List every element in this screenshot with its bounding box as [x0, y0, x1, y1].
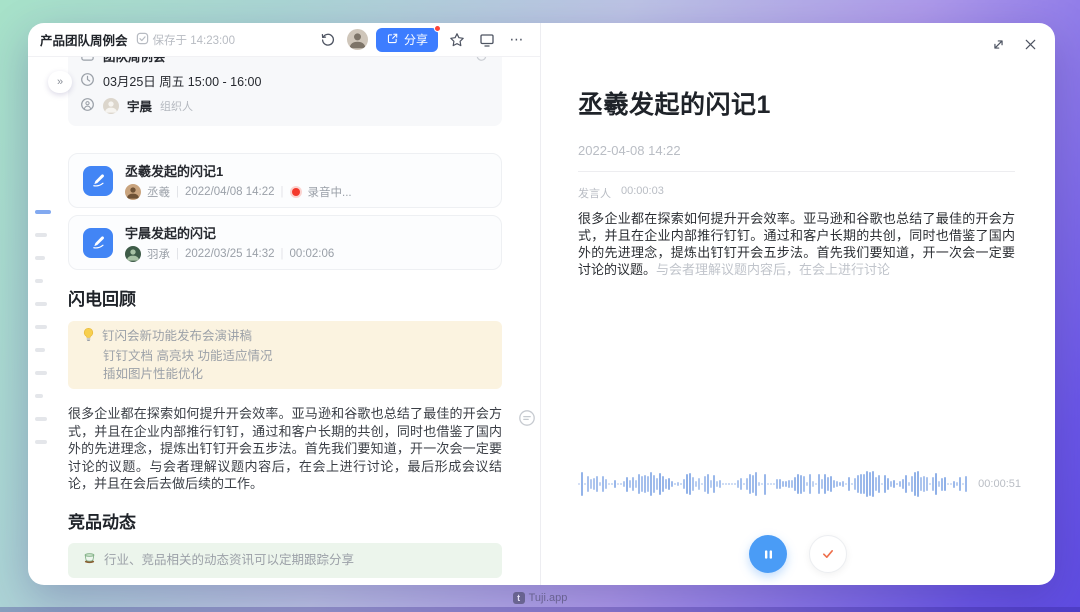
finish-recording-button[interactable]	[809, 535, 847, 573]
waveform[interactable]	[578, 469, 970, 499]
saved-check-icon	[136, 32, 149, 48]
organizer-role: 组织人	[160, 98, 193, 114]
watermark-label: Tuji.app	[529, 592, 568, 604]
toolbar: 产品团队周例会 保存于 14:23:00 分享	[28, 23, 540, 57]
document-pane: 产品团队周例会 保存于 14:23:00 分享	[28, 23, 541, 585]
flash-note-card-2[interactable]: 宇晨发起的闪记 羽承 | 2022/03/25 14:32 | 00:02:06	[68, 215, 502, 270]
live-transcribing-text: 与会者理解议题内容后，在会上进行讨论	[656, 262, 890, 277]
document-title: 产品团队周例会	[40, 30, 128, 49]
meeting-time: 03月25日 周五 15:00 - 16:00	[103, 71, 261, 90]
organizer-avatar	[103, 98, 119, 114]
flash-card-title: 宇晨发起的闪记	[125, 223, 334, 242]
teacup-icon	[82, 551, 97, 569]
audio-waveform-row: 00:00:51	[578, 469, 1021, 499]
doc-outline-rail[interactable]	[35, 210, 57, 444]
share-icon	[386, 32, 399, 48]
clock-icon	[80, 72, 95, 90]
comment-icon[interactable]	[518, 409, 536, 427]
highlight-block-yellow: 钉闪会新功能发布会演讲稿 钉钉文档 高亮块 功能适应情况 插如图片性能优化	[68, 321, 502, 389]
flash-card-meta: 丞羲 | 2022/04/08 14:22 | 录音中...	[125, 184, 352, 200]
duration: 00:02:06	[290, 248, 335, 260]
favorite-star-icon[interactable]	[446, 29, 468, 51]
avatar	[125, 246, 141, 262]
close-icon[interactable]	[1021, 35, 1039, 53]
flash-card-title: 丞羲发起的闪记1	[125, 161, 352, 180]
avatar	[125, 184, 141, 200]
user-avatar[interactable]	[347, 29, 368, 50]
doc-paragraph: 很多企业都在探索如何提升开会效率。亚马逊和谷歌也总结了最佳的开会方式，并且在企业…	[68, 405, 502, 493]
organizer-name: 宇晨	[127, 96, 152, 115]
history-icon[interactable]	[317, 29, 339, 51]
recording-status: 录音中...	[308, 184, 352, 200]
flash-note-icon	[83, 166, 113, 196]
speaker-timestamp: 00:00:03	[621, 185, 664, 201]
competitor-note: 行业、竞品相关的动态资讯可以定期跟踪分享	[104, 551, 354, 569]
pause-recording-button[interactable]	[749, 535, 787, 573]
more-menu-icon[interactable]: ⋯	[506, 29, 528, 51]
share-button[interactable]: 分享	[376, 28, 438, 52]
speaker-label: 发言人	[578, 185, 611, 201]
expand-icon[interactable]	[989, 35, 1007, 53]
section-heading-recap: 闪电回顾	[68, 285, 502, 310]
attendee-icon	[80, 97, 95, 115]
speaker-row: 发言人 00:00:03	[578, 185, 1015, 201]
notification-dot	[434, 25, 441, 32]
meeting-title: 团队周例会	[103, 57, 166, 65]
app-window: 产品团队周例会 保存于 14:23:00 分享	[28, 23, 1055, 585]
watermark: t Tuji.app	[0, 592, 1080, 604]
section-heading-competitors: 竞品动态	[68, 508, 502, 533]
highlight-block-green: 行业、竞品相关的动态资讯可以定期跟踪分享	[68, 543, 502, 578]
panel-date: 2022-04-08 14:22	[578, 143, 1015, 172]
meeting-info-card: 团队周例会 03月25日 周五 15:00 - 16:00	[68, 57, 502, 126]
panel-title: 丞羲发起的闪记1	[578, 85, 1015, 121]
waveform-duration: 00:00:51	[978, 478, 1021, 490]
meeting-card-actions[interactable]	[452, 57, 488, 62]
tuji-logo-icon: t	[513, 592, 525, 604]
flash-note-icon	[83, 228, 113, 258]
save-status: 保存于 14:23:00	[136, 32, 235, 48]
document-content: 团队周例会 03月25日 周五 15:00 - 16:00	[28, 57, 540, 585]
lightbulb-icon	[82, 327, 95, 347]
calendar-icon	[80, 57, 95, 65]
present-icon[interactable]	[476, 29, 498, 51]
transcript-paragraph: 很多企业都在探索如何提升开会效率。亚马逊和谷歌也总结了最佳的开会方式，并且在企业…	[578, 210, 1015, 278]
flash-card-meta: 羽承 | 2022/03/25 14:32 | 00:02:06	[125, 246, 334, 262]
flash-note-card-1[interactable]: 丞羲发起的闪记1 丞羲 | 2022/04/08 14:22 | 录音中...	[68, 153, 502, 208]
flash-note-panel: 丞羲发起的闪记1 2022-04-08 14:22 发言人 00:00:03 很…	[541, 23, 1055, 585]
screen-bottom-strip	[0, 607, 1080, 612]
recording-dot	[292, 188, 300, 196]
sidebar-expand-icon[interactable]: »	[48, 71, 72, 93]
